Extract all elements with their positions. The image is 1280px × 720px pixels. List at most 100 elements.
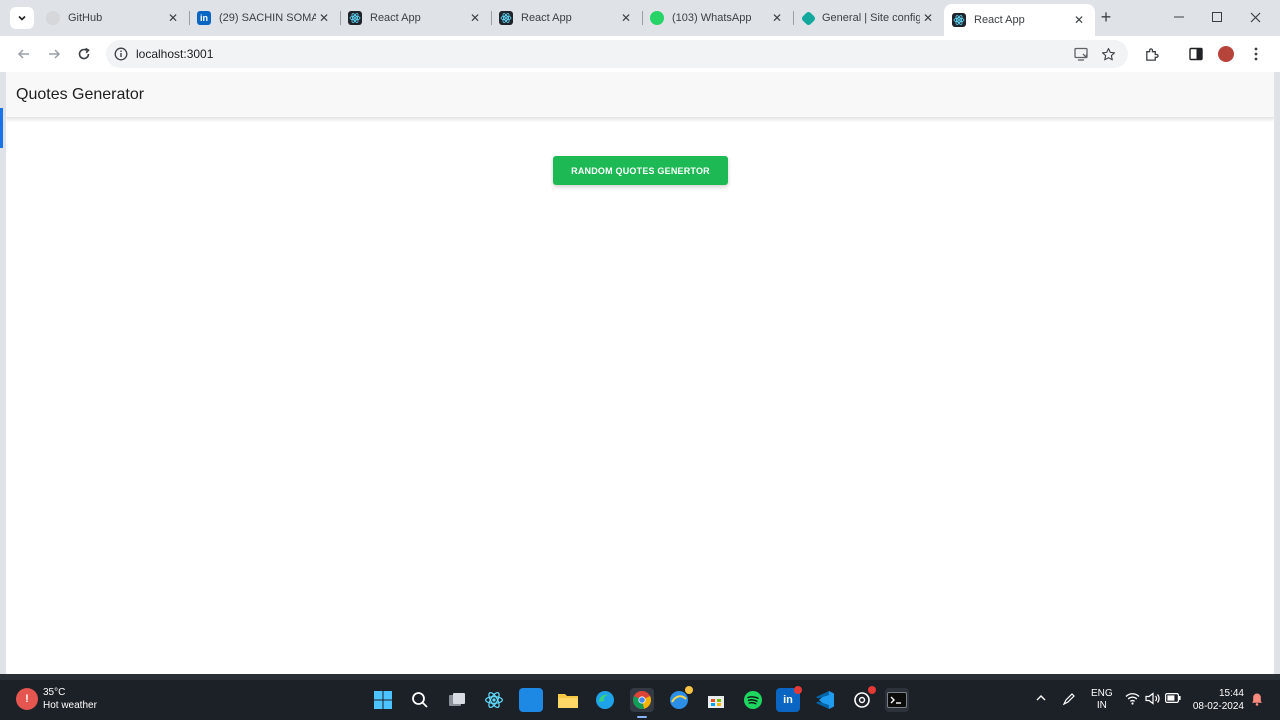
spotify-icon xyxy=(744,691,762,709)
tab-linkedin[interactable]: in (29) SACHIN SOMAI ✕ xyxy=(189,4,340,32)
site-info-icon[interactable] xyxy=(106,47,136,61)
vscode-button[interactable] xyxy=(813,688,837,712)
store-icon xyxy=(708,696,724,708)
microsoft-store-button[interactable] xyxy=(704,688,728,712)
windows-icon xyxy=(374,691,392,709)
tab-site-config[interactable]: General | Site config ✕ xyxy=(793,4,944,32)
screen: GitHub ✕ in (29) SACHIN SOMAI ✕ React Ap… xyxy=(0,0,1280,720)
folder-icon xyxy=(558,694,578,708)
minimize-button[interactable] xyxy=(1166,6,1192,28)
search-icon xyxy=(412,692,428,708)
spotify-button[interactable] xyxy=(741,688,765,712)
task-view-button[interactable] xyxy=(445,688,469,712)
task-view-icon xyxy=(449,693,465,706)
profile-avatar[interactable] xyxy=(1218,46,1234,62)
taskbar-react-devtools[interactable] xyxy=(482,688,506,712)
tab-title: (29) SACHIN SOMAI xyxy=(219,12,316,24)
taskbar-search-button[interactable] xyxy=(408,688,432,712)
weather-widget[interactable]: ! 35°C Hot weather xyxy=(16,686,97,712)
close-icon[interactable]: ✕ xyxy=(920,11,936,25)
browser-toolbar: localhost:3001 xyxy=(0,36,1280,72)
github-icon xyxy=(46,11,60,25)
tray-overflow-icon[interactable] xyxy=(1035,693,1047,706)
tab-react-app-active[interactable]: React App ✕ xyxy=(944,4,1095,36)
chevron-down-icon xyxy=(18,15,26,21)
clock-date: 08-02-2024 xyxy=(1192,701,1244,712)
tab-react-app-2[interactable]: React App ✕ xyxy=(491,4,642,32)
notification-dot xyxy=(685,686,693,694)
app-header: Quotes Generator xyxy=(6,72,1274,118)
install-app-icon[interactable] xyxy=(1072,45,1090,63)
file-explorer-button[interactable] xyxy=(556,688,580,712)
terminal-button[interactable] xyxy=(885,688,909,712)
tab-github[interactable]: GitHub ✕ xyxy=(38,4,189,32)
tab-title: React App xyxy=(974,14,1025,26)
whatsapp-icon xyxy=(650,11,664,25)
notification-dot xyxy=(868,686,876,694)
tab-whatsapp[interactable]: (103) WhatsApp ✕ xyxy=(642,4,793,32)
minimize-icon xyxy=(1174,16,1184,18)
edge-icon xyxy=(596,691,614,709)
arrow-right-icon xyxy=(49,49,61,59)
close-icon[interactable]: ✕ xyxy=(467,11,483,25)
arrow-left-icon xyxy=(17,49,29,59)
new-tab-button[interactable]: + xyxy=(1096,8,1116,28)
tab-title: (103) WhatsApp xyxy=(672,12,752,24)
reload-icon xyxy=(78,47,90,60)
react-icon xyxy=(499,11,513,25)
weather-desc: Hot weather xyxy=(43,700,97,711)
taskbar-app-blue[interactable] xyxy=(519,688,543,712)
close-window-button[interactable] xyxy=(1242,6,1268,28)
react-icon xyxy=(485,691,503,709)
lang-code: ENG xyxy=(1091,688,1113,699)
bookmark-star-icon[interactable] xyxy=(1099,45,1117,63)
tab-search-button[interactable] xyxy=(10,7,34,29)
active-app-indicator xyxy=(637,716,647,718)
maximize-button[interactable] xyxy=(1204,6,1230,28)
notification-dot xyxy=(794,686,802,694)
chrome-button[interactable] xyxy=(630,688,654,718)
address-bar[interactable]: localhost:3001 xyxy=(106,40,1128,68)
vscode-icon xyxy=(816,691,834,709)
close-icon[interactable]: ✕ xyxy=(316,11,332,25)
reload-button[interactable] xyxy=(72,42,96,66)
menu-kebab-icon[interactable] xyxy=(1246,44,1266,64)
battery-icon[interactable] xyxy=(1165,693,1181,706)
taskbar-app-globe[interactable] xyxy=(667,686,693,712)
random-quotes-button[interactable]: RANDOM QUOTES GENERTOR xyxy=(553,156,728,185)
terminal-icon xyxy=(887,692,907,708)
tab-title: React App xyxy=(370,12,421,24)
input-language[interactable]: ENG IN xyxy=(1091,688,1113,712)
extensions-icon[interactable] xyxy=(1141,44,1161,64)
react-icon xyxy=(952,13,966,27)
left-edge-accent xyxy=(0,108,3,148)
tab-react-app-1[interactable]: React App ✕ xyxy=(340,4,491,32)
edge-button[interactable] xyxy=(593,688,617,712)
wifi-icon[interactable] xyxy=(1125,692,1140,708)
tab-title: React App xyxy=(521,12,572,24)
linkedin-button[interactable]: in xyxy=(776,686,802,712)
forward-button[interactable] xyxy=(42,42,66,66)
volume-icon[interactable] xyxy=(1145,692,1161,708)
thermometer-icon: ! xyxy=(16,688,38,710)
pen-input-icon[interactable] xyxy=(1062,692,1076,709)
back-button[interactable] xyxy=(12,42,36,66)
close-icon[interactable]: ✕ xyxy=(165,11,181,25)
clock-time: 15:44 xyxy=(1218,688,1244,699)
close-icon[interactable]: ✕ xyxy=(1071,13,1087,27)
chrome-icon xyxy=(633,691,651,710)
react-icon xyxy=(348,11,362,25)
close-icon[interactable]: ✕ xyxy=(618,11,634,25)
side-panel-icon[interactable] xyxy=(1186,44,1206,64)
maximize-icon xyxy=(1212,12,1222,22)
clock[interactable]: 15:44 08-02-2024 xyxy=(1190,687,1244,713)
tab-list: GitHub ✕ in (29) SACHIN SOMAI ✕ React Ap… xyxy=(38,4,1095,36)
notification-bell-icon[interactable] xyxy=(1251,692,1263,709)
taskbar: ! 35°C Hot weather in ENG IN 15:44 08-02… xyxy=(0,680,1280,720)
close-icon[interactable]: ✕ xyxy=(769,11,785,25)
linkedin-icon: in xyxy=(783,694,793,706)
start-button[interactable] xyxy=(371,688,395,712)
tab-title: General | Site config xyxy=(822,12,920,24)
weather-temp: 35°C xyxy=(43,687,66,698)
taskbar-app-chatgpt[interactable] xyxy=(850,686,876,712)
